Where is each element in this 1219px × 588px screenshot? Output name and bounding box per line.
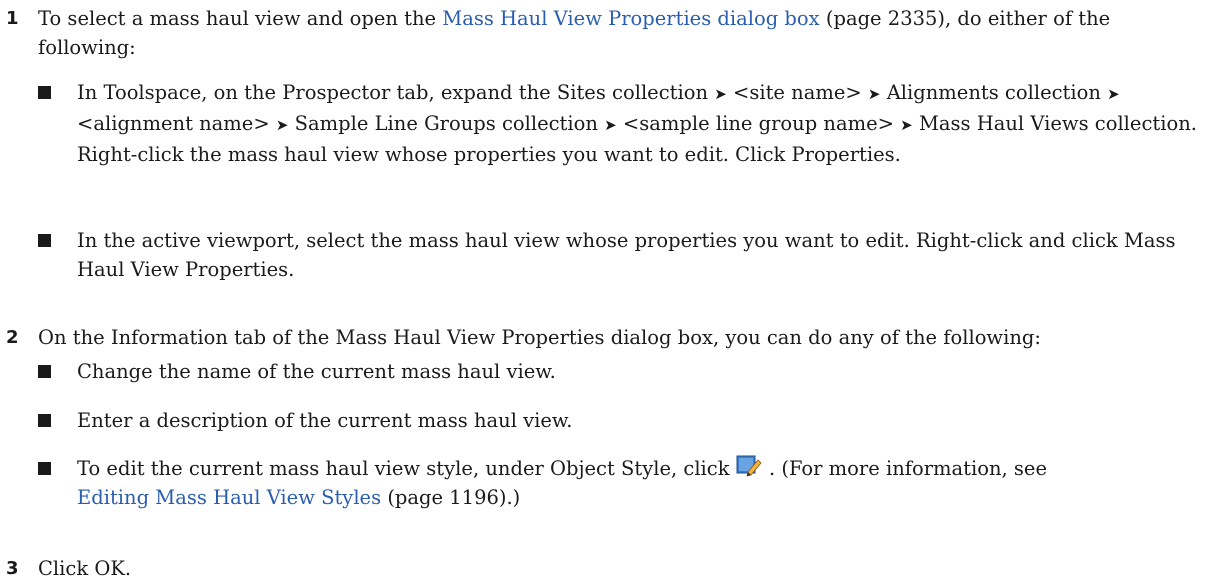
arrow-icon: ➤ — [714, 85, 727, 103]
bullet-icon — [38, 414, 51, 427]
step-number: 2 — [6, 327, 19, 348]
bullet-icon — [38, 86, 51, 99]
arrow-icon: ➤ — [275, 116, 289, 134]
arrow-icon: ➤ — [1107, 85, 1120, 103]
mass-haul-view-properties-link[interactable]: Mass Haul View Properties dialog box — [442, 7, 819, 30]
bullet-icon — [38, 365, 51, 378]
bullet-text: In Toolspace, on the Prospector tab, exp… — [77, 81, 1197, 166]
bullet-icon — [38, 462, 51, 475]
arrow-icon: ➤ — [900, 116, 913, 134]
bullet-text: To edit the current mass haul view style… — [77, 455, 1048, 509]
step-number: 3 — [6, 558, 19, 579]
edit-style-icon[interactable] — [736, 455, 763, 477]
bullet-text: Change the name of the current mass haul… — [77, 360, 556, 383]
arrow-icon: ➤ — [604, 116, 617, 134]
step-text: Click OK. — [38, 557, 132, 580]
step-number: 1 — [6, 8, 19, 29]
bullet-text: Enter a description of the current mass … — [77, 409, 573, 432]
editing-mass-haul-view-styles-link[interactable]: Editing Mass Haul View Styles — [77, 486, 381, 509]
arrow-icon: ➤ — [867, 85, 881, 103]
step-text: To select a mass haul view and open the … — [38, 7, 1111, 59]
step-text: On the Information tab of the Mass Haul … — [38, 326, 1041, 349]
bullet-text: In the active viewport, select the mass … — [77, 229, 1176, 281]
bullet-icon — [38, 234, 51, 247]
document-page: 1 To select a mass haul view and open th… — [0, 0, 1219, 588]
